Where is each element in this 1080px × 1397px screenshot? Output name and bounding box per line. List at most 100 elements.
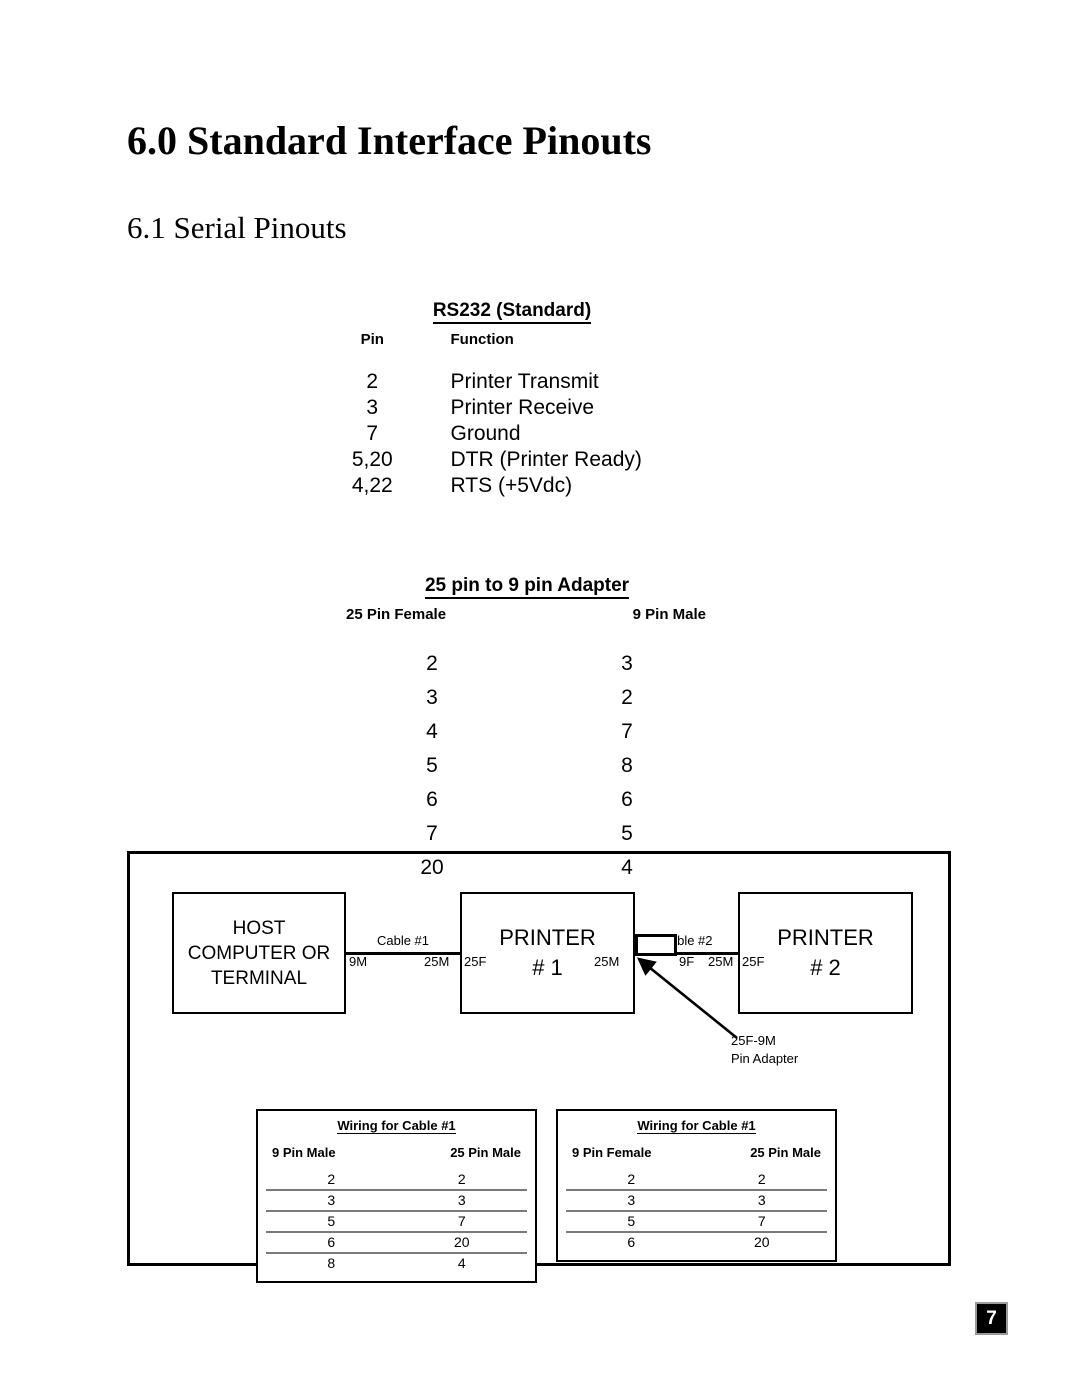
wiring-right-value: 3 (457, 1192, 466, 1208)
connector-label-printer1-in: 25F (464, 954, 487, 969)
wiring-left-value: 2 (627, 1171, 636, 1187)
page-title: 6.0 Standard Interface Pinouts (127, 118, 652, 163)
wiring-table-cable-2: Wiring for Cable #1 9 Pin Female 25 Pin … (556, 1109, 837, 1262)
wiring-left-value: 6 (327, 1234, 336, 1250)
wiring-column-left: 9 Pin Male (272, 1145, 336, 1160)
table-row: 7 5 (332, 817, 722, 851)
connector-label-cable1-end: 25M (424, 954, 450, 969)
pin-value: 2 (366, 370, 379, 393)
connection-diagram: HOST COMPUTER OR TERMINAL PRINTER # 1 PR… (127, 851, 951, 1283)
wiring-left-value: 3 (627, 1192, 636, 1208)
wiring-right-value: 20 (753, 1234, 770, 1250)
wiring-left-value: 6 (627, 1234, 636, 1250)
pin-left-value: 5 (426, 754, 438, 777)
host-box-line: TERMINAL (210, 967, 308, 989)
printer-2-box: PRINTER # 2 (738, 892, 913, 1014)
table-row: 8 4 (266, 1254, 527, 1273)
table-row: 5 8 (332, 749, 722, 783)
table-row: 4 7 (332, 715, 722, 749)
wiring-table-1-body: 2 2 3 3 5 7 6 20 8 4 (266, 1170, 527, 1273)
table-row: 5 7 (566, 1212, 827, 1233)
table-row: 3 3 (266, 1191, 527, 1212)
wiring-table-1-header: 9 Pin Male 25 Pin Male (266, 1145, 527, 1160)
pin-left-value: 7 (426, 822, 438, 845)
table-row: 3 2 (332, 681, 722, 715)
function-value: DTR (Printer Ready) (450, 448, 642, 471)
rs232-table-title: RS232 (Standard) (332, 300, 692, 324)
host-box-line: COMPUTER OR (187, 942, 331, 964)
wiring-left-value: 8 (327, 1255, 336, 1271)
pin-right-value: 8 (621, 754, 633, 777)
adapter-table-header: 25 Pin Female 9 Pin Male (332, 606, 722, 623)
pin-value: 5,20 (351, 448, 393, 471)
table-row: 6 20 (266, 1233, 527, 1254)
adapter-table-body: 2 3 3 2 4 7 5 8 6 6 7 5 20 4 (332, 647, 722, 885)
adapter-column-25pin-female: 25 Pin Female (346, 606, 447, 623)
adapter-caption-line: 25F-9M (731, 1033, 776, 1048)
function-value: RTS (+5Vdc) (450, 474, 573, 497)
table-row: 7 Ground (332, 421, 692, 447)
pin-right-value: 2 (621, 686, 633, 709)
table-row: 2 3 (332, 647, 722, 681)
function-value: Ground (450, 422, 521, 445)
adapter-table-title: 25 pin to 9 pin Adapter (332, 575, 722, 599)
printer-2-label: PRINTER (777, 925, 874, 950)
adapter-callout-arrow-icon (636, 957, 738, 1040)
rs232-column-pin: Pin (360, 331, 384, 348)
wiring-right-value: 4 (457, 1255, 466, 1271)
wiring-table-2-body: 2 2 3 3 5 7 6 20 (566, 1170, 827, 1252)
wiring-left-value: 2 (327, 1171, 336, 1187)
printer-2-number: # 2 (810, 955, 841, 980)
host-box-line: HOST (232, 917, 286, 939)
adapter-callout-caption: 25F-9M Pin Adapter (731, 1032, 798, 1068)
table-row: 6 20 (566, 1233, 827, 1252)
function-value: Printer Receive (450, 396, 595, 419)
wiring-table-2-title: Wiring for Cable #1 (637, 1118, 756, 1134)
pin-left-value: 2 (426, 652, 438, 675)
adapter-column-9pin-male: 9 Pin Male (632, 606, 706, 623)
pin-right-value: 3 (621, 652, 633, 675)
cable-1-name: Cable #1 (376, 933, 430, 948)
rs232-column-function: Function (450, 331, 514, 348)
wiring-right-value: 7 (757, 1213, 766, 1229)
wiring-right-value: 2 (757, 1171, 766, 1187)
wiring-left-value: 3 (327, 1192, 336, 1208)
table-row: 5,20 DTR (Printer Ready) (332, 447, 692, 473)
table-row: 2 Printer Transmit (332, 369, 692, 395)
wiring-table-cable-1: Wiring for Cable #1 9 Pin Male 25 Pin Ma… (256, 1109, 537, 1283)
wiring-column-left: 9 Pin Female (572, 1145, 652, 1160)
pin-right-value: 6 (621, 788, 633, 811)
rs232-table-body: 2 Printer Transmit 3 Printer Receive 7 G… (332, 369, 692, 499)
wiring-table-1-title: Wiring for Cable #1 (337, 1118, 456, 1134)
pin-value: 7 (366, 422, 379, 445)
wiring-right-value: 2 (457, 1171, 466, 1187)
pin-value: 4,22 (351, 474, 393, 497)
connector-label-printer1-out: 25M (594, 954, 620, 969)
pin-left-value: 3 (426, 686, 438, 709)
pin-left-value: 6 (426, 788, 438, 811)
table-row: 3 3 (566, 1191, 827, 1212)
printer-1-box: PRINTER # 1 (460, 892, 635, 1014)
function-value: Printer Transmit (450, 370, 599, 393)
printer-1-label: PRINTER (499, 925, 596, 950)
wiring-column-right: 25 Pin Male (450, 1145, 521, 1160)
rs232-table-header: Pin Function (332, 331, 692, 348)
pin-right-value: 7 (621, 720, 633, 743)
pin-value: 3 (366, 396, 379, 419)
table-row: 6 6 (332, 783, 722, 817)
section-subtitle: 6.1 Serial Pinouts (127, 210, 347, 245)
wiring-left-value: 5 (627, 1213, 636, 1229)
table-row: 2 2 (266, 1170, 527, 1191)
connector-label-printer2-in: 25F (742, 954, 765, 969)
wiring-right-value: 3 (757, 1192, 766, 1208)
wiring-right-value: 7 (457, 1213, 466, 1229)
wiring-column-right: 25 Pin Male (750, 1145, 821, 1160)
wiring-left-value: 5 (327, 1213, 336, 1229)
table-row: 4,22 RTS (+5Vdc) (332, 473, 692, 499)
printer-1-number: # 1 (532, 955, 563, 980)
pin-left-value: 4 (426, 720, 438, 743)
host-computer-box: HOST COMPUTER OR TERMINAL (172, 892, 346, 1014)
wiring-table-2-header: 9 Pin Female 25 Pin Male (566, 1145, 827, 1160)
pin-right-value: 5 (621, 822, 633, 845)
connector-label-host-out: 9M (349, 954, 368, 969)
